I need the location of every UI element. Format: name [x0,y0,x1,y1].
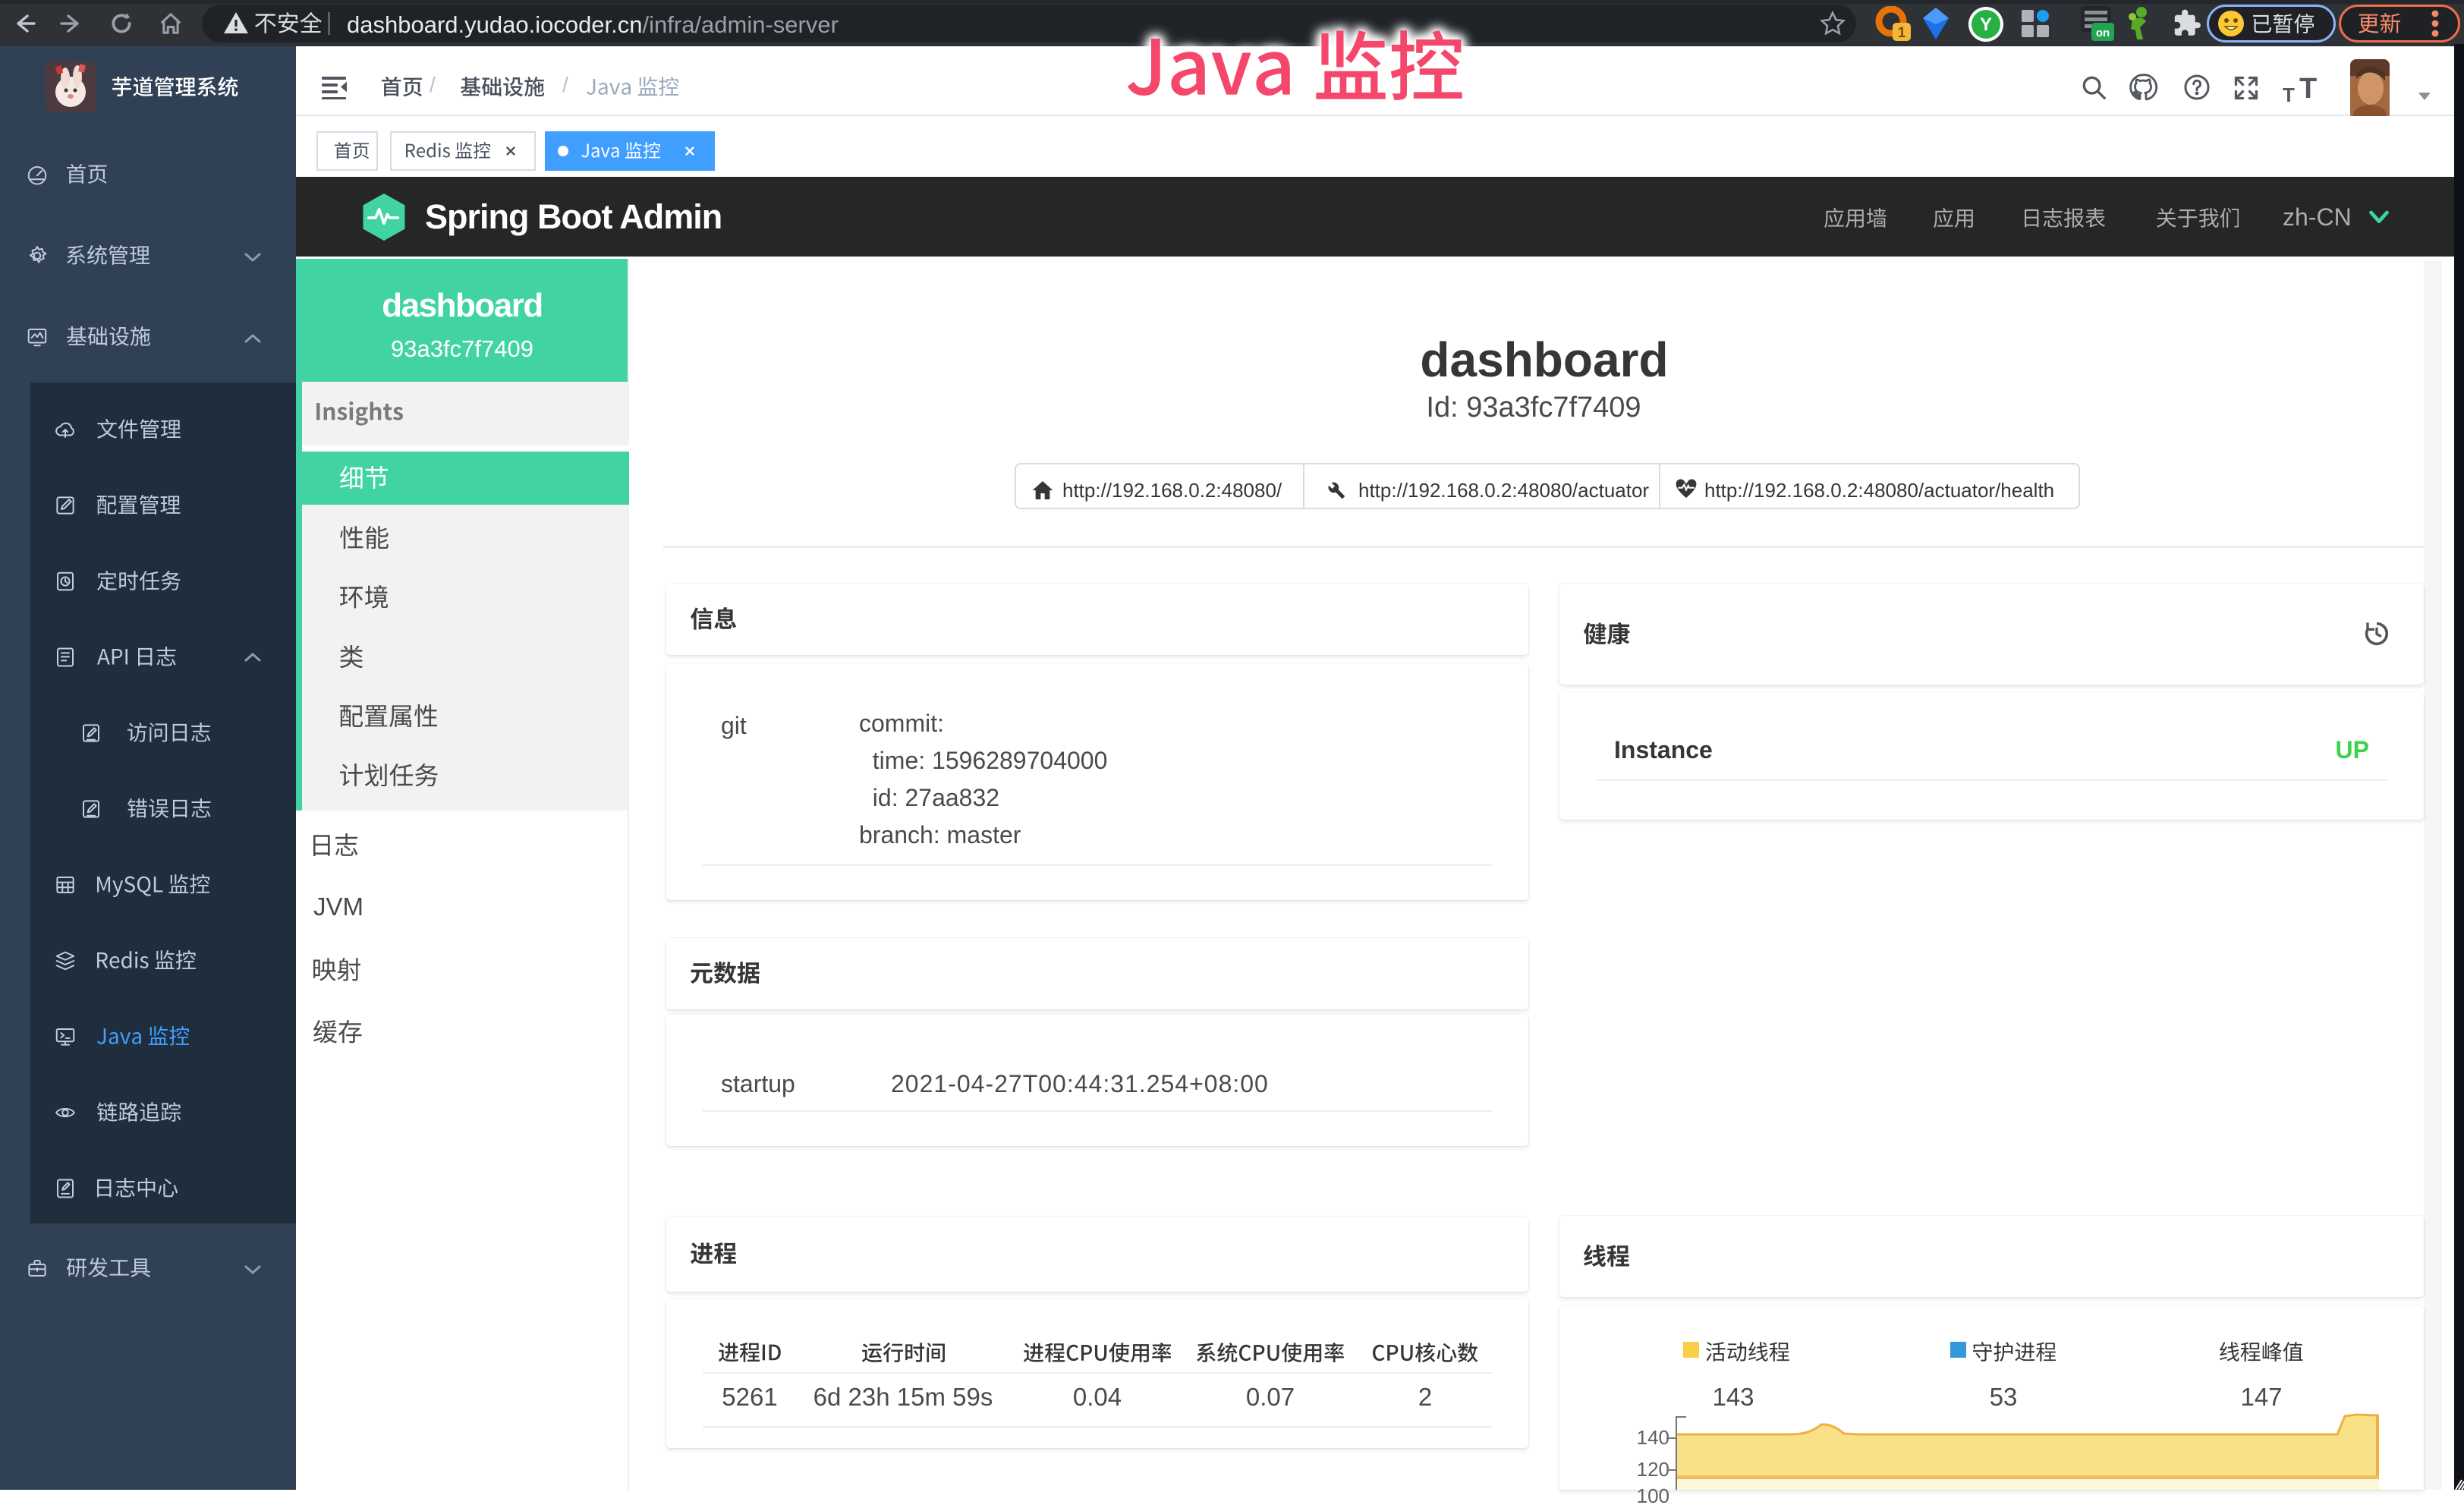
svg-text:Y: Y [1980,14,1992,35]
svg-text:1: 1 [1898,25,1906,41]
svg-text:on: on [2096,27,2110,39]
